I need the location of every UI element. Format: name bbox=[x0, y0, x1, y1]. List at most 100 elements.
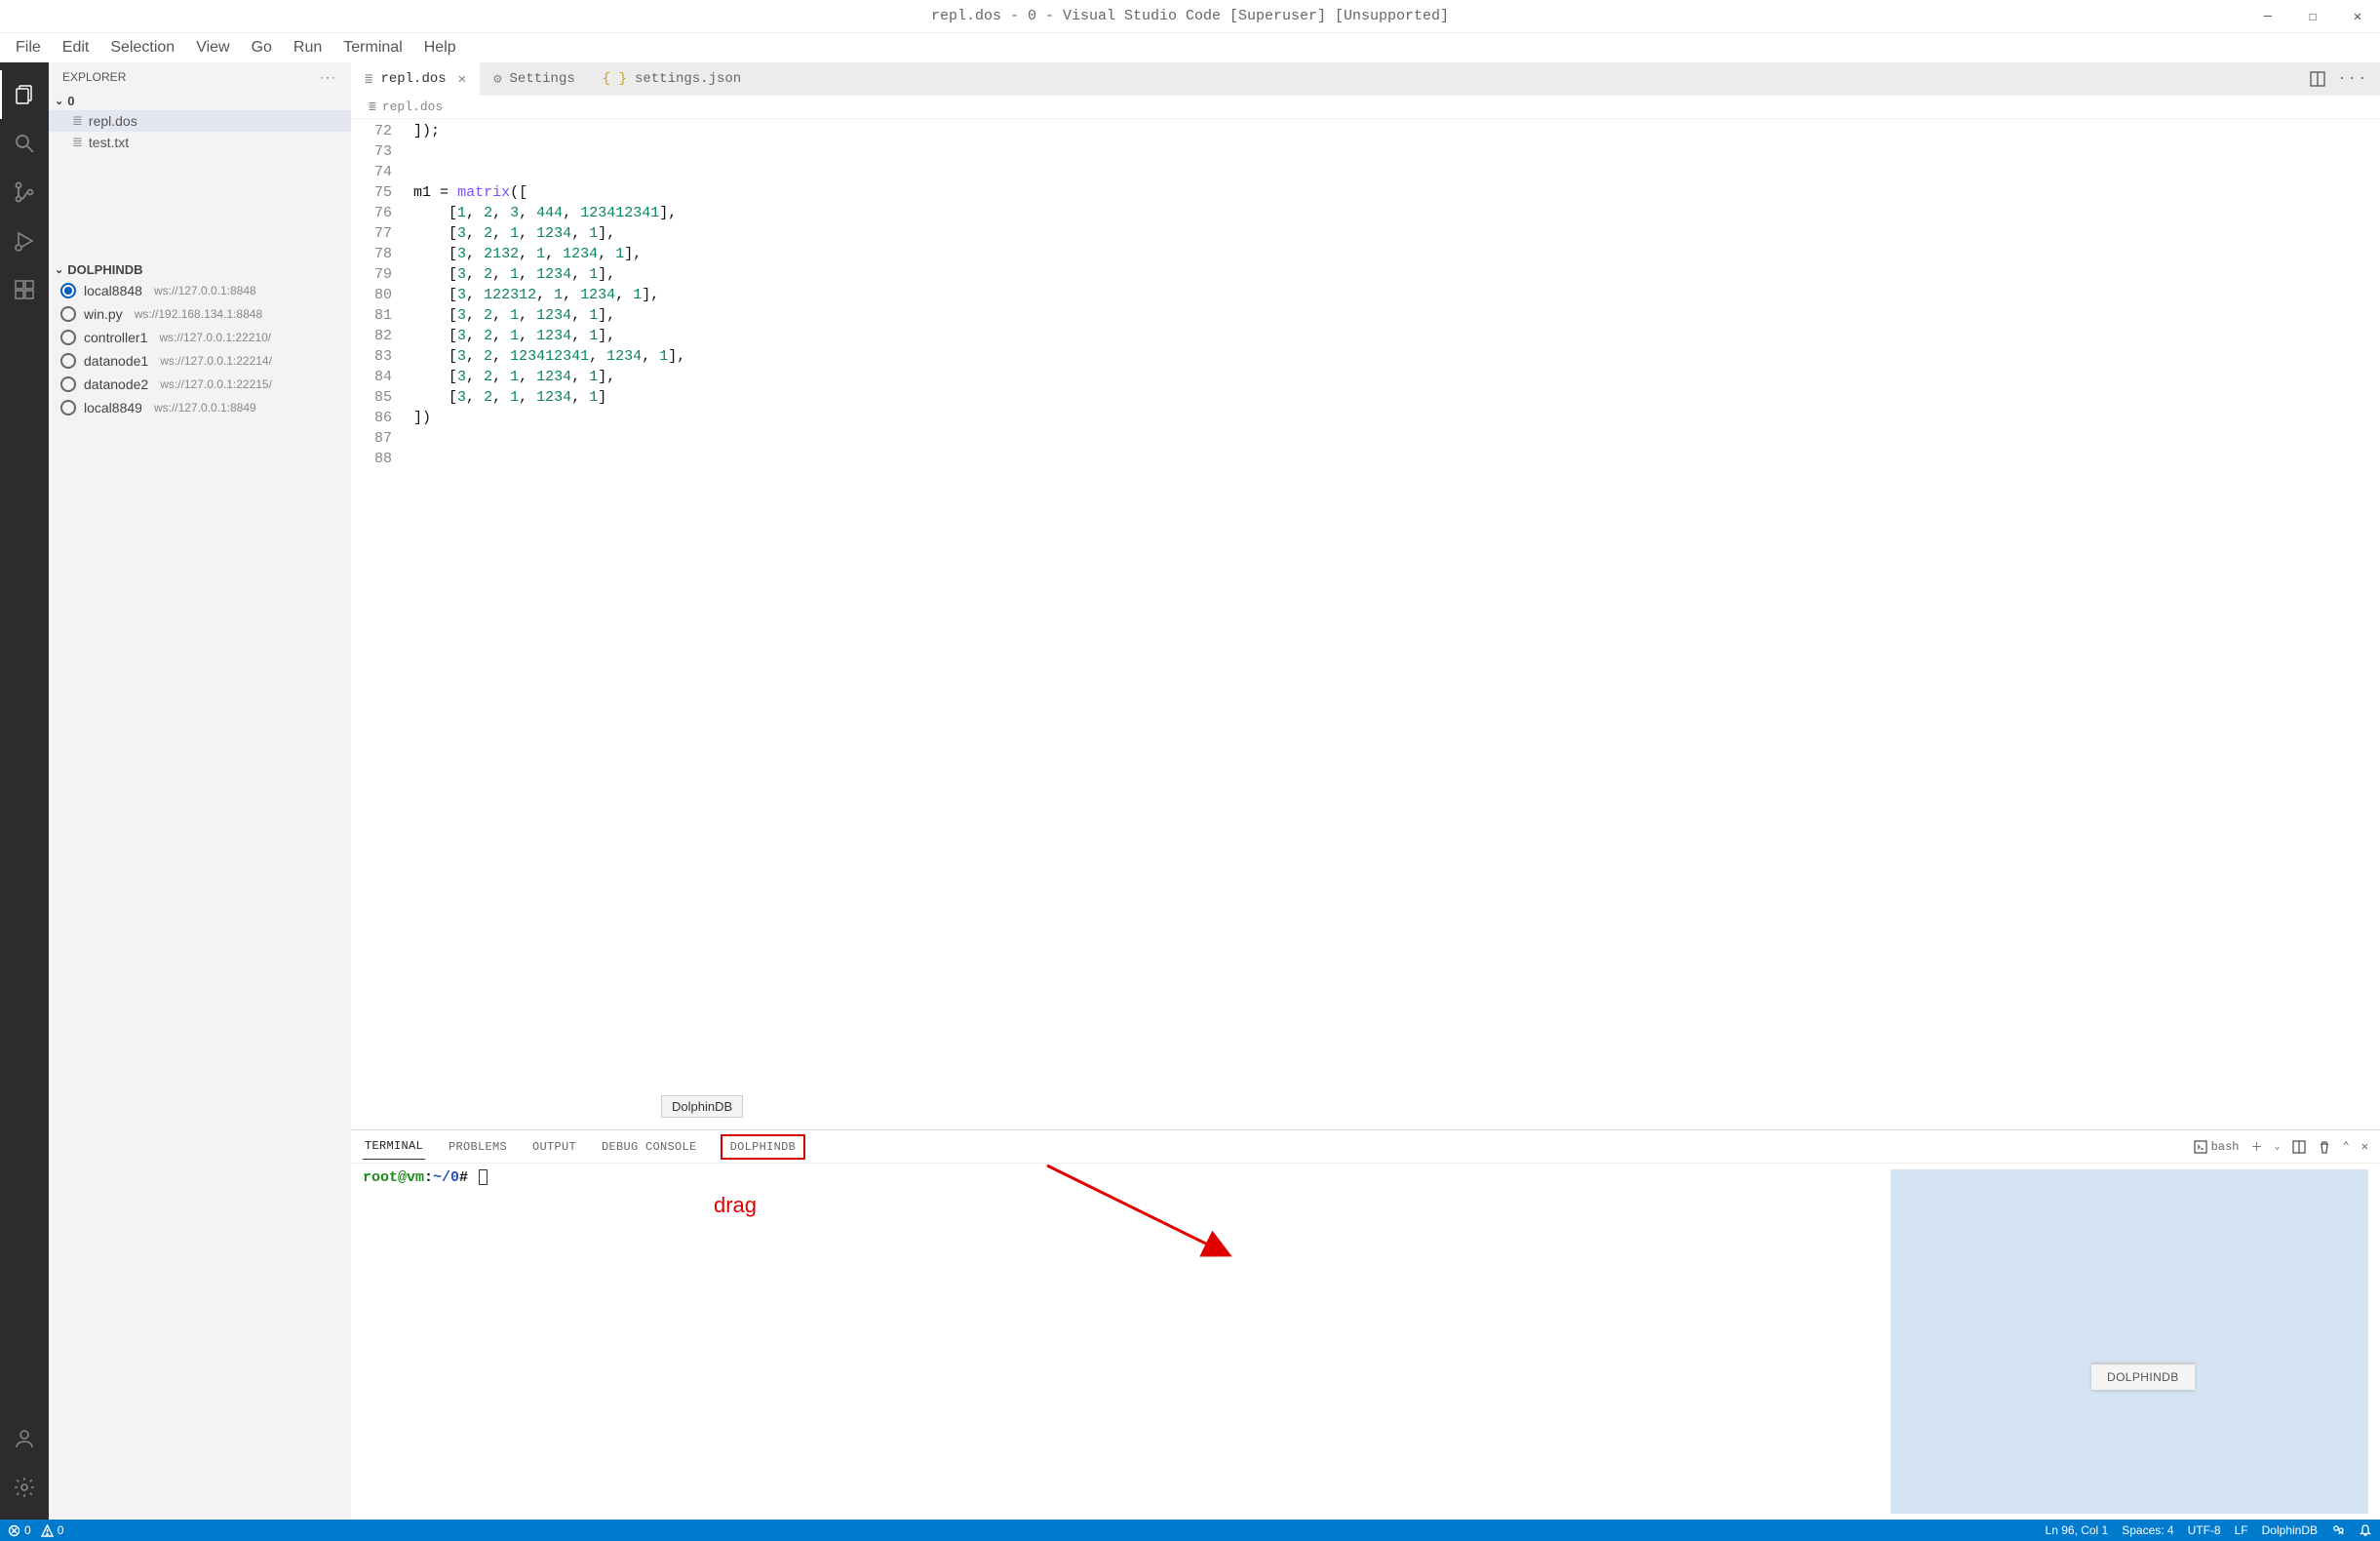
close-tab-icon[interactable]: ✕ bbox=[458, 71, 466, 88]
gutter: 7273747576777879808182838485868788 bbox=[351, 119, 408, 1129]
panel-tab-problems[interactable]: PROBLEMS bbox=[447, 1134, 509, 1160]
split-terminal-icon[interactable] bbox=[2292, 1140, 2306, 1154]
connection-item[interactable]: controller1 ws://127.0.0.1:22210/ bbox=[49, 326, 351, 349]
editor-tab[interactable]: ≣ repl.dos ✕ bbox=[351, 62, 480, 96]
prompt-colon: : bbox=[424, 1169, 433, 1186]
status-bar: 0 0 Ln 96, Col 1 Spaces: 4 UTF-8 LF Dolp… bbox=[0, 1520, 2380, 1541]
split-editor-icon[interactable] bbox=[2309, 70, 2326, 88]
search-activity-icon[interactable] bbox=[0, 119, 49, 168]
accounts-icon[interactable] bbox=[0, 1414, 49, 1463]
status-eol[interactable]: LF bbox=[2235, 1523, 2248, 1537]
run-debug-activity-icon[interactable] bbox=[0, 217, 49, 265]
folder-section-header[interactable]: ⌄ 0 bbox=[49, 92, 351, 110]
panel-actions: bash ＋ ⌄ ⌃ ✕ bbox=[2194, 1138, 2368, 1155]
status-indentation[interactable]: Spaces: 4 bbox=[2122, 1523, 2173, 1537]
terminal-dropdown-icon[interactable]: ⌄ bbox=[2275, 1141, 2281, 1153]
sidebar-header: EXPLORER ··· bbox=[49, 62, 351, 92]
extensions-activity-icon[interactable] bbox=[0, 265, 49, 314]
status-bell-icon[interactable] bbox=[2359, 1523, 2372, 1537]
drag-ghost-tab: DOLPHINDB bbox=[2091, 1363, 2195, 1390]
explorer-activity-icon[interactable] bbox=[0, 70, 49, 119]
code-editor[interactable]: 7273747576777879808182838485868788 ]);m1… bbox=[351, 119, 2380, 1129]
minimize-button[interactable]: — bbox=[2245, 0, 2290, 33]
connection-url: ws://127.0.0.1:8848 bbox=[154, 284, 256, 297]
radio-icon[interactable] bbox=[60, 376, 76, 392]
prompt-user: root@vm bbox=[363, 1169, 424, 1186]
window-title: repl.dos - 0 - Visual Studio Code [Super… bbox=[931, 8, 1449, 24]
tab-label: settings.json bbox=[635, 71, 741, 87]
radio-icon[interactable] bbox=[60, 400, 76, 415]
window-controls: — ☐ ✕ bbox=[2245, 0, 2380, 33]
kill-terminal-icon[interactable] bbox=[2318, 1140, 2331, 1154]
menu-run[interactable]: Run bbox=[284, 35, 332, 60]
menu-go[interactable]: Go bbox=[242, 35, 282, 60]
status-language[interactable]: DolphinDB bbox=[2262, 1523, 2318, 1537]
panel-tab-dolphindb[interactable]: DOLPHINDB bbox=[721, 1134, 806, 1160]
maximize-panel-icon[interactable]: ⌃ bbox=[2343, 1139, 2350, 1154]
menu-selection[interactable]: Selection bbox=[100, 35, 184, 60]
connection-name: datanode2 bbox=[84, 376, 148, 392]
connection-item[interactable]: local8849 ws://127.0.0.1:8849 bbox=[49, 396, 351, 419]
panel-tab-terminal[interactable]: TERMINAL bbox=[363, 1133, 425, 1160]
connection-url: ws://127.0.0.1:22214/ bbox=[160, 354, 272, 368]
more-actions-icon[interactable]: ··· bbox=[2338, 71, 2368, 87]
connection-name: local8848 bbox=[84, 283, 142, 298]
menu-help[interactable]: Help bbox=[414, 35, 466, 60]
connection-item[interactable]: win.py ws://192.168.134.1:8848 bbox=[49, 302, 351, 326]
file-name: repl.dos bbox=[89, 113, 137, 129]
close-panel-icon[interactable]: ✕ bbox=[2361, 1139, 2368, 1154]
json-icon: { } bbox=[603, 71, 627, 87]
editor-tab[interactable]: ⚙ Settings bbox=[480, 62, 589, 96]
menu-view[interactable]: View bbox=[186, 35, 239, 60]
title-bar: repl.dos - 0 - Visual Studio Code [Super… bbox=[0, 0, 2380, 33]
terminal-output[interactable]: root@vm:~/0# drag bbox=[363, 1169, 1891, 1514]
new-terminal-icon[interactable]: ＋ bbox=[2250, 1138, 2262, 1155]
sidebar-title: EXPLORER bbox=[62, 70, 126, 84]
shell-indicator[interactable]: bash bbox=[2194, 1140, 2240, 1154]
radio-icon[interactable] bbox=[60, 283, 76, 298]
status-warnings[interactable]: 0 bbox=[41, 1523, 64, 1537]
connection-url: ws://127.0.0.1:22215/ bbox=[160, 377, 272, 391]
status-encoding[interactable]: UTF-8 bbox=[2188, 1523, 2221, 1537]
source-control-activity-icon[interactable] bbox=[0, 168, 49, 217]
maximize-button[interactable]: ☐ bbox=[2290, 0, 2335, 33]
file-tree-item[interactable]: ≣ repl.dos bbox=[49, 110, 351, 132]
panel-tab-output[interactable]: OUTPUT bbox=[530, 1134, 578, 1160]
connection-item[interactable]: datanode2 ws://127.0.0.1:22215/ bbox=[49, 373, 351, 396]
prompt-sigil: # bbox=[459, 1169, 468, 1186]
drop-target-region[interactable]: DOLPHINDB bbox=[1891, 1169, 2368, 1514]
code-content[interactable]: ]);m1 = matrix([ [1, 2, 3, 444, 12341234… bbox=[408, 119, 2380, 1129]
terminal-cursor bbox=[479, 1169, 488, 1185]
editor-tab-bar: ≣ repl.dos ✕ ⚙ Settings { } settings.jso… bbox=[351, 62, 2380, 96]
panel-tab-bar: TERMINAL PROBLEMS OUTPUT DEBUG CONSOLE D… bbox=[351, 1130, 2380, 1164]
menu-edit[interactable]: Edit bbox=[53, 35, 99, 60]
settings-gear-icon[interactable] bbox=[0, 1463, 49, 1512]
status-errors[interactable]: 0 bbox=[8, 1523, 31, 1537]
connection-item[interactable]: local8848 ws://127.0.0.1:8848 bbox=[49, 279, 351, 302]
breadcrumb[interactable]: ≣ repl.dos bbox=[351, 96, 2380, 119]
close-window-button[interactable]: ✕ bbox=[2335, 0, 2380, 33]
menu-file[interactable]: File bbox=[6, 35, 51, 60]
terminal-body[interactable]: root@vm:~/0# drag DOLPHINDB bbox=[351, 1164, 2380, 1520]
chevron-down-icon: ⌄ bbox=[55, 263, 63, 276]
connection-name: win.py bbox=[84, 306, 123, 322]
status-feedback-icon[interactable] bbox=[2331, 1523, 2345, 1537]
file-icon: ≣ bbox=[72, 135, 83, 150]
menu-terminal[interactable]: Terminal bbox=[333, 35, 411, 60]
radio-icon[interactable] bbox=[60, 353, 76, 369]
file-tree-item[interactable]: ≣ test.txt bbox=[49, 132, 351, 153]
activity-bar bbox=[0, 62, 49, 1520]
drag-annotation: drag bbox=[714, 1193, 757, 1218]
sidebar-more-icon[interactable]: ··· bbox=[320, 70, 337, 84]
radio-icon[interactable] bbox=[60, 330, 76, 345]
status-cursor-position[interactable]: Ln 96, Col 1 bbox=[2046, 1523, 2109, 1537]
connection-item[interactable]: datanode1 ws://127.0.0.1:22214/ bbox=[49, 349, 351, 373]
file-icon: ≣ bbox=[72, 113, 83, 129]
connection-name: local8849 bbox=[84, 400, 142, 415]
editor-tab[interactable]: { } settings.json bbox=[589, 62, 755, 96]
radio-icon[interactable] bbox=[60, 306, 76, 322]
dolphindb-section-header[interactable]: ⌄ DOLPHINDB bbox=[49, 260, 351, 279]
panel-tab-debug-console[interactable]: DEBUG CONSOLE bbox=[600, 1134, 699, 1160]
editor-area: ≣ repl.dos ✕ ⚙ Settings { } settings.jso… bbox=[351, 62, 2380, 1520]
breadcrumb-label: repl.dos bbox=[382, 99, 443, 114]
